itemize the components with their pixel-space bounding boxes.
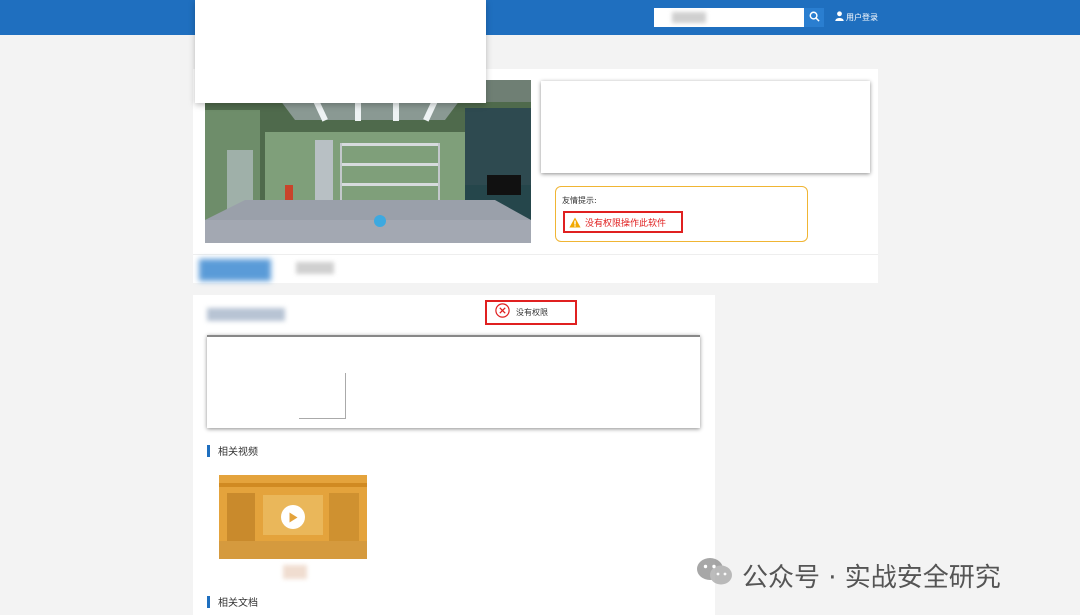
- no-permission-text: 没有权限: [516, 308, 548, 317]
- warning-icon: [569, 213, 581, 232]
- detail-card: 没有权限 相关视频 相关文档: [193, 295, 715, 615]
- software-name-blurred: [207, 308, 285, 321]
- tab-inactive-blurred[interactable]: [296, 262, 334, 274]
- related-videos-heading: 相关视频: [207, 443, 258, 458]
- watermark-text: 公众号 · 实战安全研究: [742, 563, 1001, 593]
- user-icon: [835, 11, 844, 23]
- related-docs-title: 相关文档: [218, 598, 258, 609]
- search-box: [654, 8, 826, 27]
- section-marker: [207, 444, 210, 457]
- video-caption-blurred: [283, 565, 307, 579]
- user-login-label: 用户登录: [846, 12, 878, 22]
- tip-title: 友情提示:: [562, 196, 597, 205]
- panel-line: [299, 418, 346, 419]
- play-icon: [288, 508, 298, 527]
- card-divider: [193, 254, 878, 255]
- warning-text: 没有权限操作此软件: [585, 218, 667, 229]
- friendly-tip-box: 友情提示: 没有权限操作此软件: [555, 186, 808, 242]
- lab-scene-image: [205, 80, 531, 243]
- wechat-watermark: 公众号 · 实战安全研究: [696, 556, 1001, 595]
- software-info-panel: [541, 81, 870, 173]
- related-videos-title: 相关视频: [218, 447, 258, 458]
- no-permission-badge: 没有权限: [485, 300, 577, 325]
- close-circle-icon: [495, 303, 510, 322]
- description-panel: [207, 335, 700, 428]
- search-blurred-text: [672, 12, 706, 23]
- video-thumbnail[interactable]: [219, 475, 367, 559]
- play-button[interactable]: [281, 505, 305, 529]
- wechat-icon: [696, 556, 734, 595]
- tab-active-blurred[interactable]: [199, 259, 271, 281]
- no-permission-warning: 没有权限操作此软件: [563, 211, 683, 233]
- panel-line: [345, 373, 346, 419]
- dropdown-overlay: [195, 0, 486, 103]
- search-button[interactable]: [804, 8, 824, 27]
- search-icon: [809, 10, 820, 25]
- user-login-link[interactable]: 用户登录: [835, 11, 878, 23]
- section-marker: [207, 595, 210, 608]
- top-navbar: 用户登录: [0, 0, 1080, 35]
- related-docs-heading: 相关文档: [207, 594, 258, 609]
